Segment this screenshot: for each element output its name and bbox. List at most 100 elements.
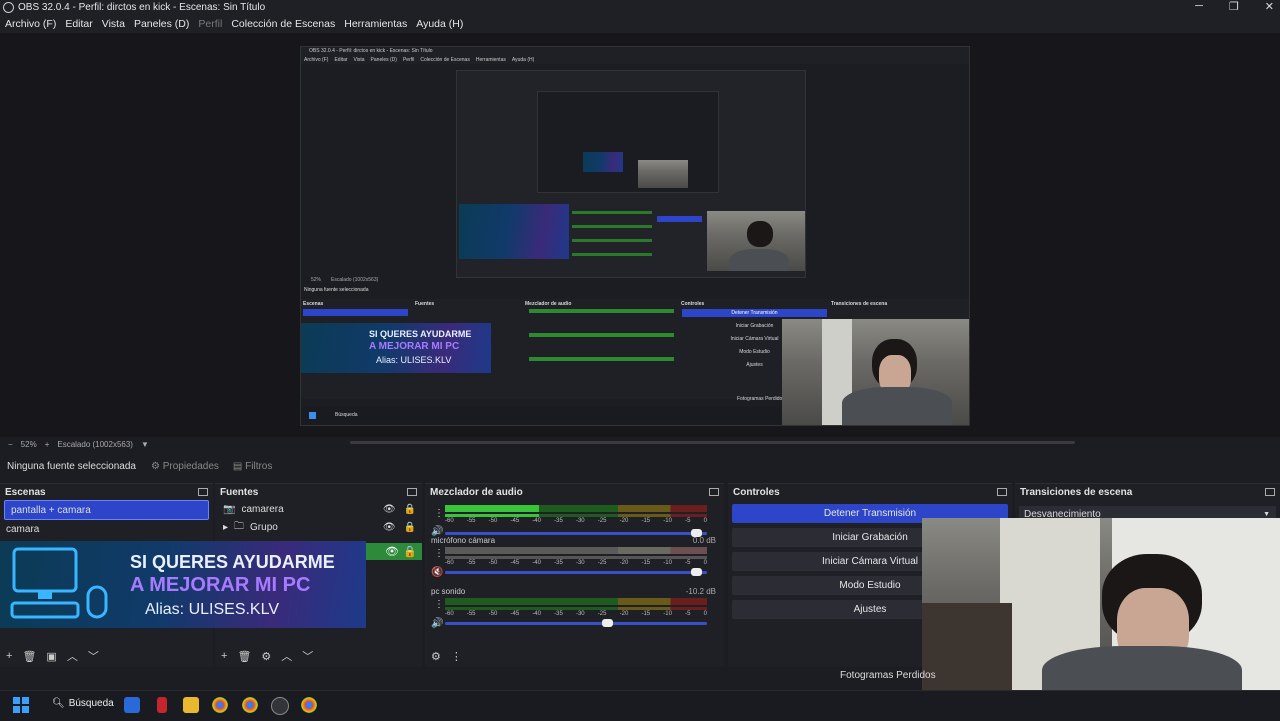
menu-ayuda[interactable]: Ayuda (H): [416, 18, 463, 30]
scene-item-pantalla-camara[interactable]: pantalla + camara: [4, 500, 209, 520]
channel-menu-icon[interactable]: ⋮: [434, 599, 444, 610]
chrome-profile-icon[interactable]: [242, 697, 258, 713]
scenes-title: Escenas: [5, 486, 46, 498]
remove-source-icon[interactable]: 🗑: [237, 650, 251, 663]
scene-filters-icon[interactable]: ▣: [46, 650, 56, 663]
channel-db: 0.0 dB: [692, 536, 716, 545]
file-explorer-icon[interactable]: [183, 697, 199, 713]
add-scene-icon[interactable]: +: [6, 650, 12, 662]
close-button[interactable]: ✕: [1265, 0, 1274, 13]
visibility-eye-icon[interactable]: 👁: [383, 522, 396, 533]
windows-start-icon[interactable]: [13, 697, 29, 713]
tick: -20: [619, 611, 629, 617]
nested-menu: Archivo (F) Editar Vista Paneles (D) Per…: [301, 56, 969, 64]
visibility-eye-icon[interactable]: 👁: [383, 504, 396, 515]
context-bar: Ninguna fuente seleccionada ⚙ Propiedade…: [0, 455, 1280, 477]
person-body: [729, 249, 789, 271]
tick: -5: [685, 611, 691, 617]
properties-button[interactable]: ⚙ Propiedades: [151, 461, 219, 472]
nested-obs-preview: OBS 32.0.4 - Perfil: dirctos en kick - E…: [300, 46, 970, 426]
scale-mode[interactable]: Escalado (1002x563): [57, 440, 133, 449]
menu-paneles[interactable]: Paneles (D): [134, 18, 189, 30]
lock-icon[interactable]: 🔒: [403, 545, 417, 558]
channel-menu-icon[interactable]: ⋮: [434, 548, 444, 559]
nested-menu-item: Vista: [353, 57, 365, 63]
tick: -35: [554, 611, 563, 617]
channel-name: micrófono cámara: [431, 536, 496, 545]
chrome-icon[interactable]: [212, 697, 228, 713]
menu-coleccion-escenas[interactable]: Colección de Escenas: [231, 18, 335, 30]
preview-scrollbar[interactable]: [350, 441, 1075, 444]
volume-slider[interactable]: [445, 619, 707, 627]
tick: -40: [532, 560, 541, 566]
taskbar-search-label: Búsqueda: [68, 698, 114, 709]
filters-label: Filtros: [245, 460, 273, 472]
tick: -40: [532, 518, 541, 524]
minimize-button[interactable]: ─: [1195, 0, 1203, 13]
tick: -60: [445, 560, 454, 566]
add-source-icon[interactable]: +: [221, 650, 227, 662]
channel-menu-icon[interactable]: ⋮: [434, 508, 444, 519]
tick: -60: [445, 518, 454, 524]
nested-menu-item: Colección de Escenas: [420, 57, 470, 63]
speaker-icon[interactable]: 🔊: [431, 618, 443, 629]
speaker-muted-icon[interactable]: 🔇: [431, 567, 443, 578]
menu-editar[interactable]: Editar: [65, 18, 92, 30]
tick: -60: [445, 611, 454, 617]
tick: -45: [510, 560, 520, 566]
deeper-banner: [583, 152, 623, 172]
move-down-icon[interactable]: ﹀: [302, 648, 313, 664]
netflix-icon[interactable]: [157, 697, 167, 713]
source-item-camarera[interactable]: 📷 camarera 👁 🔒: [215, 500, 422, 518]
dock-float-icon[interactable]: [1265, 488, 1275, 496]
nested-search: Búsqueda: [335, 412, 358, 418]
volume-knob[interactable]: [601, 619, 613, 627]
advanced-audio-icon[interactable]: ⚙: [431, 650, 441, 663]
lock-icon[interactable]: 🔒: [404, 522, 416, 533]
mixer-channel: ⋮ -60 -55 -50 -45 -40 -35 -30 -25 -20 -15 -10 -5 0 🔊: [425, 490, 724, 537]
obs-logo-icon: [3, 2, 14, 13]
tick: -50: [488, 560, 498, 566]
windows-start-icon: [309, 412, 316, 419]
move-up-icon[interactable]: ︿: [67, 648, 78, 664]
source-settings-icon[interactable]: ⚙: [261, 650, 271, 663]
tick: -15: [641, 611, 651, 617]
move-down-icon[interactable]: ﹀: [88, 648, 99, 664]
move-up-icon[interactable]: ︿: [281, 648, 292, 664]
maximize-button[interactable]: ❐: [1229, 0, 1239, 13]
tick: -55: [466, 611, 476, 617]
obs-taskbar-icon[interactable]: [271, 697, 289, 715]
source-item-highlight[interactable]: 👁 🔒: [365, 543, 422, 560]
visibility-eye-icon[interactable]: 👁: [385, 545, 399, 558]
dock-float-icon[interactable]: [407, 488, 417, 496]
chrome-profile-2-icon[interactable]: [301, 697, 317, 713]
menu-herramientas[interactable]: Herramientas: [344, 18, 407, 30]
mixer-menu-icon[interactable]: ⋮: [451, 650, 462, 663]
window-title: OBS 32.0.4 - Perfil: dirctos en kick - E…: [18, 2, 266, 13]
nested-zoom: 52%: [311, 277, 322, 283]
menu-vista[interactable]: Vista: [102, 18, 125, 30]
zoom-out-icon[interactable]: −: [8, 440, 13, 449]
expand-arrow-icon[interactable]: ▸: [223, 522, 228, 533]
filters-button[interactable]: ▤ Filtros: [233, 461, 272, 472]
taskbar-search[interactable]: 🔍︎ Búsqueda: [52, 698, 114, 709]
source-item-grupo[interactable]: ▸ 🗀 Grupo 👁 🔒: [215, 518, 422, 536]
tick: -10: [663, 560, 672, 566]
dock-float-icon[interactable]: [997, 488, 1007, 496]
zoom-in-icon[interactable]: +: [45, 440, 50, 449]
scene-item-camara[interactable]: camara: [0, 520, 213, 538]
remove-scene-icon[interactable]: 🗑: [22, 650, 36, 663]
volume-knob[interactable]: [690, 568, 702, 576]
lock-icon[interactable]: 🔒: [404, 504, 416, 515]
volume-slider[interactable]: [445, 568, 707, 576]
menu-perfil[interactable]: Perfil: [198, 18, 222, 30]
zoom-level: 52%: [20, 439, 37, 449]
tick: -50: [488, 611, 498, 617]
dock-float-icon[interactable]: [198, 488, 208, 496]
source-label: camarera: [241, 503, 284, 515]
menu-archivo[interactable]: Archivo (F): [5, 18, 56, 30]
tick: -15: [641, 560, 651, 566]
chevron-down-icon[interactable]: ▼: [141, 440, 149, 449]
meter-fill: [445, 505, 540, 512]
task-view-icon[interactable]: [124, 697, 140, 713]
